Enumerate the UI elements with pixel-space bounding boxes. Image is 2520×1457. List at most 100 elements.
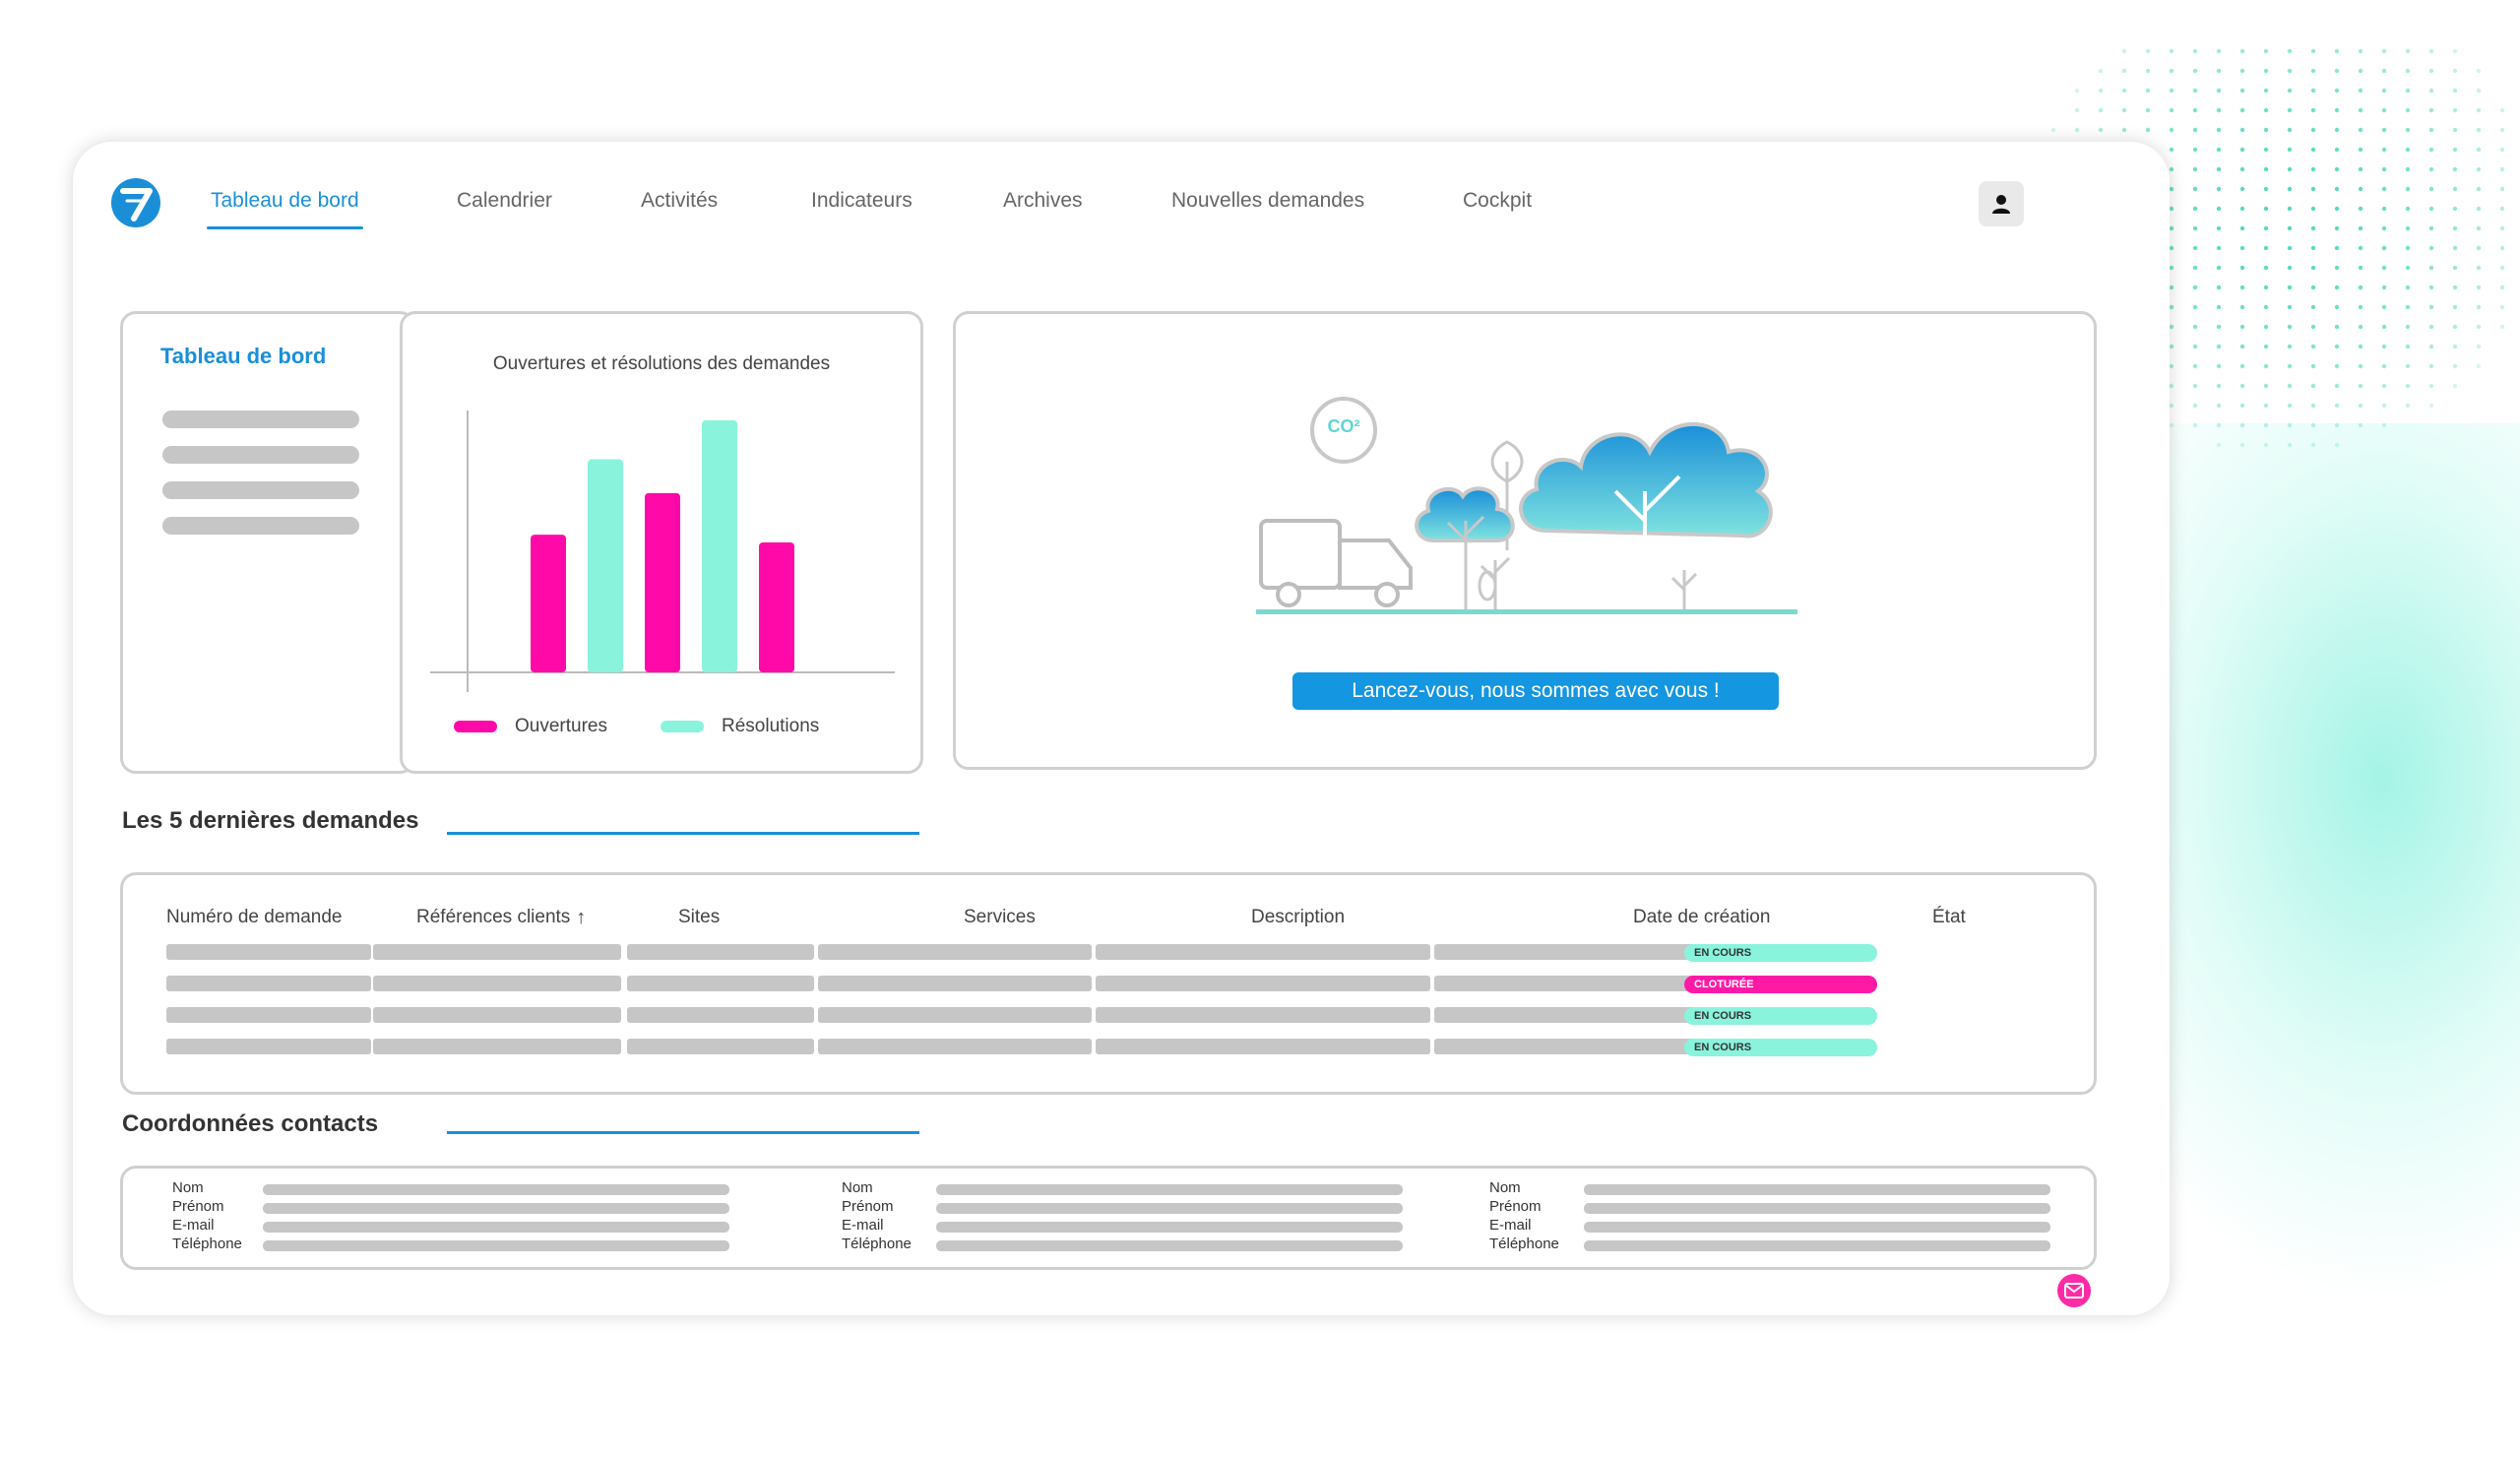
contact-label: E-mail [842,1217,884,1234]
contact-label: Téléphone [172,1235,242,1252]
nav-label: Indicateurs [811,189,913,212]
bar-resolutions [588,459,623,672]
contact-value-placeholder [263,1240,729,1251]
bar-ouvertures [759,542,794,672]
contacts-section-title: Coordonnées contacts [122,1110,379,1137]
table-cell-placeholder [1096,976,1430,991]
col-header-services: Services [964,907,1036,927]
placeholder-line [162,411,359,428]
logo-icon [111,178,160,227]
contact-value-placeholder [936,1203,1403,1214]
contact-value-placeholder [1584,1184,2050,1195]
nav-active-underline [207,226,363,229]
table-cell-placeholder [1096,1007,1430,1023]
status-badge: EN COURS [1684,1039,1877,1056]
bar-resolutions [702,419,737,672]
table-cell-placeholder [627,1039,814,1054]
requests-section-title: Les 5 dernières demandes [122,807,419,834]
table-cell-placeholder [166,976,371,991]
nav-item-archives[interactable]: Archives [1003,189,1083,213]
tree-small-icon [1415,486,1515,609]
contact-value-placeholder [1584,1240,2050,1251]
table-cell-placeholder [818,1007,1092,1023]
requests-table: Numéro de demande Références clients ↑ Si… [120,872,2097,1095]
section-underline [447,832,919,835]
nav-item-indicateurs[interactable]: Indicateurs [811,189,913,213]
col-header-sites: Sites [678,907,721,927]
contact-value-placeholder [263,1184,729,1195]
dashboard-side-card: Tableau de bord [120,311,415,774]
status-badge: EN COURS [1684,1007,1877,1025]
nav-label: Archives [1003,189,1083,212]
table-cell-placeholder [1096,944,1430,960]
table-cell-placeholder [166,1007,371,1023]
table-cell-placeholder [373,944,621,960]
bar-chart [430,411,895,692]
nav-item-cockpit[interactable]: Cockpit [1463,189,1532,213]
table-cell-placeholder [373,1039,621,1054]
contact-value-placeholder [1584,1222,2050,1233]
mail-button[interactable] [2057,1274,2091,1307]
table-cell-placeholder [166,944,371,960]
mail-icon [2064,1283,2084,1299]
app-window: Tableau de bord Calendrier Activités Ind… [73,142,2170,1315]
col-header-numero: Numéro de demande [166,907,343,927]
nav-item-tableau-de-bord[interactable]: Tableau de bord [207,189,363,229]
nav-label: Calendrier [457,189,552,212]
nav-label: Nouvelles demandes [1171,189,1365,212]
table-cell-placeholder [373,1007,621,1023]
contact-value-placeholder [936,1240,1403,1251]
table-cell-placeholder [166,1039,371,1054]
table-cell-placeholder [373,976,621,991]
col-header-description: Description [1251,907,1346,927]
cta-button[interactable]: Lancez-vous, nous sommes avec vous ! [1292,672,1779,710]
nav-label: Activités [641,189,719,212]
col-header-references[interactable]: Références clients ↑ [416,907,586,929]
status-badge: CLOTURÉE [1684,976,1877,993]
contact-label: Téléphone [842,1235,912,1252]
status-badge: EN COURS [1684,944,1877,962]
contact-label: Nom [1489,1179,1521,1196]
contact-label: Nom [172,1179,204,1196]
legend-item-ouvertures: Ouvertures [454,716,607,737]
user-icon [1992,195,2010,214]
placeholder-line [162,481,359,499]
bar-ouvertures [645,492,680,672]
placeholder-line [162,517,359,535]
contact-value-placeholder [263,1222,729,1233]
table-cell-placeholder [627,1007,814,1023]
col-header-label: Références clients [416,907,571,927]
table-cell-placeholder [627,976,814,991]
table-cell-placeholder [818,976,1092,991]
user-button[interactable] [1979,181,2024,226]
contact-value-placeholder [936,1184,1403,1195]
table-cell-placeholder [818,944,1092,960]
col-header-etat: État [1932,907,1966,927]
contacts-card: Nom Prénom E-mail Téléphone Nom Prénom E-mail T… [120,1166,2097,1270]
bar-ouvertures [531,535,566,672]
nav-label: Cockpit [1463,189,1533,212]
co2-banner-card: CO² Lancez-vous, nous sommes avec vous ! [953,311,2097,770]
arrow-up-icon[interactable]: ↑ [576,907,586,929]
contact-label: Prénom [172,1198,224,1215]
nav-label: Tableau de bord [211,189,359,212]
contact-value-placeholder [263,1203,729,1214]
ground-line [1256,609,1797,614]
truck-icon [1259,519,1413,607]
table-cell-placeholder [627,944,814,960]
nav-item-activites[interactable]: Activités [641,189,718,213]
placeholder-line [162,446,359,464]
contact-value-placeholder [936,1222,1403,1233]
legend-label: Ouvertures [515,716,607,736]
chart-card: Ouvertures et résolutions des demandes O… [400,311,923,774]
side-card-title: Tableau de bord [160,344,327,368]
legend-swatch-pink [454,721,497,732]
contact-value-placeholder [1584,1203,2050,1214]
contact-label: Prénom [842,1198,894,1215]
col-header-date: Date de création [1633,907,1771,927]
table-cell-placeholder [1096,1039,1430,1054]
nav-item-calendrier[interactable]: Calendrier [457,189,552,213]
tree-large-icon [1519,421,1773,609]
nav-item-nouvelles-demandes[interactable]: Nouvelles demandes [1171,189,1364,213]
co2-label: CO² [1327,416,1360,436]
